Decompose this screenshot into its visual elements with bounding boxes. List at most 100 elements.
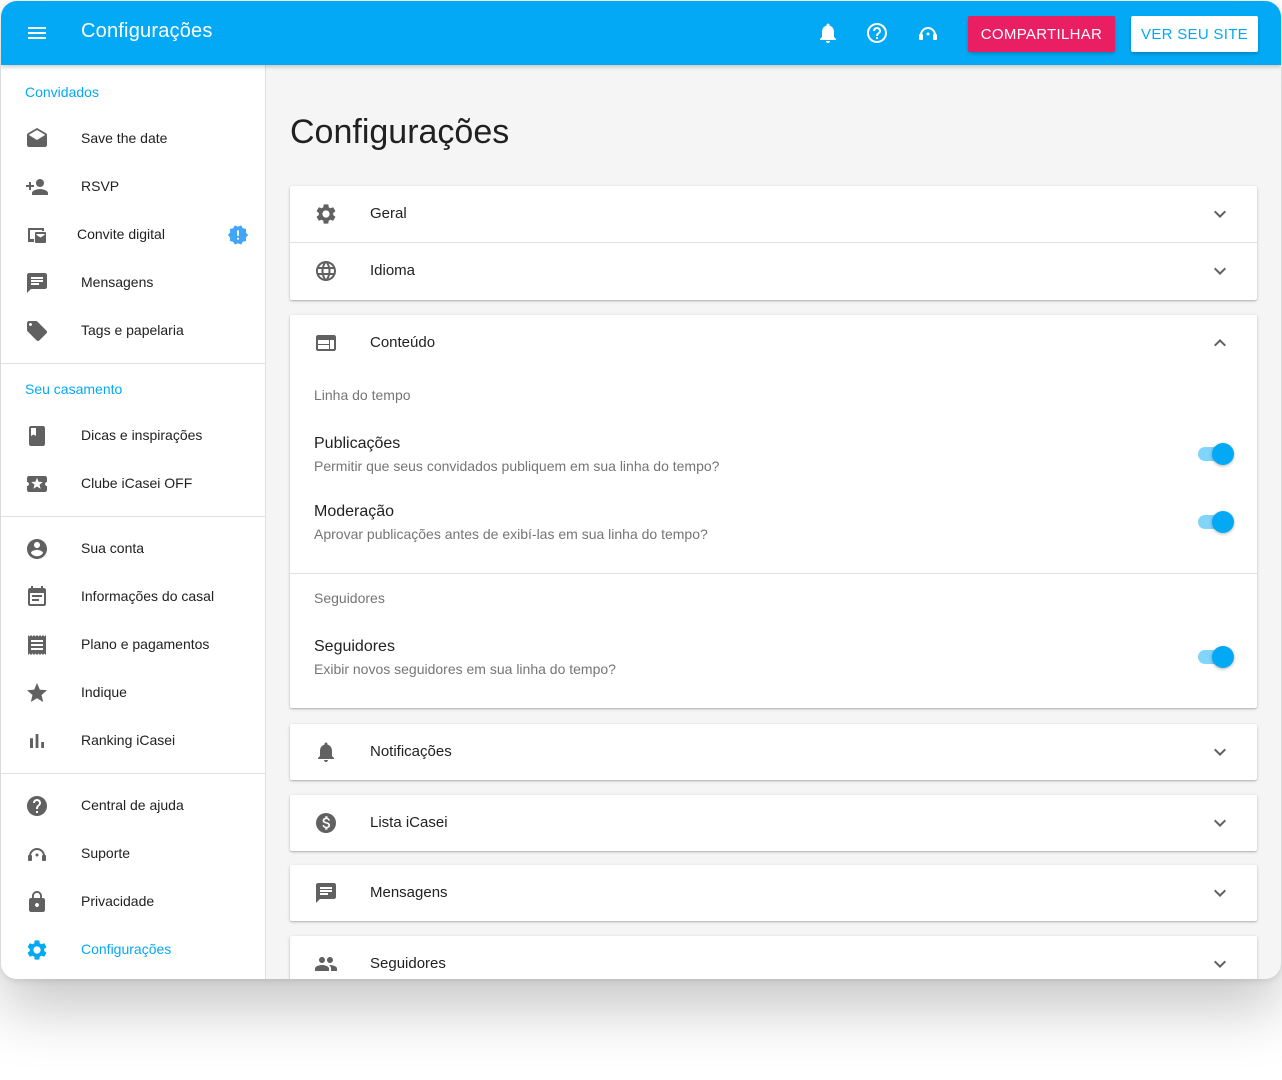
settings-panel-lista: Lista iCasei: [290, 795, 1257, 851]
support-icon[interactable]: [916, 21, 940, 45]
toggle-thumb: [1212, 511, 1234, 533]
group-heading-seguidores: Seguidores: [314, 590, 385, 606]
sidebar-item-clube[interactable]: Clube iCasei OFF: [1, 460, 265, 508]
panel-header-geral[interactable]: Geral: [290, 186, 1257, 242]
alert-badge-icon: [227, 225, 249, 245]
sidebar-item-dicas[interactable]: Dicas e inspirações: [1, 412, 265, 460]
receipt-icon: [28, 635, 46, 655]
panel-header-seguidores[interactable]: Seguidores: [290, 936, 1257, 979]
sidebar-item-indique[interactable]: Indique: [1, 669, 265, 717]
panel-label: Mensagens: [370, 884, 448, 901]
setting-title-moderacao: Moderação: [314, 503, 395, 520]
sidebar-item-label: Sua conta: [81, 540, 145, 556]
settings-panel-conteudo: Conteúdo Linha do tempo Publicações Perm…: [290, 315, 1257, 708]
toggle-thumb: [1212, 443, 1234, 465]
sidebar-item-privacidade[interactable]: Privacidade: [1, 878, 265, 926]
dollar-circle-icon: [316, 813, 336, 833]
sidebar-item-label: Convite digital: [77, 226, 165, 242]
sidebar-divider: [1, 516, 265, 517]
sidebar-item-label: Suporte: [81, 845, 131, 861]
sidebar-item-informacoes[interactable]: Informações do casal: [1, 573, 265, 621]
panel-label: Conteúdo: [370, 334, 436, 351]
sidebar-item-label: Plano e pagamentos: [81, 636, 210, 652]
gear-icon: [27, 940, 47, 960]
panel-label: Seguidores: [370, 955, 446, 972]
panel-header-lista-icasei[interactable]: Lista iCasei: [290, 795, 1257, 851]
sidebar-item-mensagens[interactable]: Mensagens: [1, 259, 265, 307]
sidebar-item-configuracoes[interactable]: Configurações: [1, 926, 265, 974]
publicacoes-toggle[interactable]: [1196, 443, 1234, 465]
app-title: Configurações: [81, 20, 213, 42]
help-icon[interactable]: [865, 21, 889, 45]
setting-title-publicacoes: Publicações: [314, 435, 401, 452]
bar-chart-icon: [30, 734, 44, 748]
ticket-star-icon: [27, 476, 47, 492]
sidebar-item-label: Informações do casal: [81, 588, 215, 604]
chevron-up-icon: [1214, 339, 1226, 347]
bell-icon[interactable]: [816, 21, 840, 45]
sidebar-item-label: Save the date: [81, 130, 168, 146]
sidebar-item-tags-papelaria[interactable]: Tags e papelaria: [1, 307, 265, 355]
group-divider: [290, 573, 1257, 574]
book-icon: [29, 426, 45, 446]
person-add-icon: [26, 179, 48, 195]
seguidores-toggle[interactable]: [1196, 646, 1234, 668]
view-site-button[interactable]: Ver seu site: [1131, 16, 1258, 52]
settings-panel-seguidores: Seguidores: [290, 936, 1257, 979]
sidebar-item-ranking[interactable]: Ranking iCasei: [1, 717, 265, 765]
chevron-down-icon: [1214, 960, 1226, 968]
setting-description-publicacoes: Permitir que seus convidados publiquem e…: [314, 458, 720, 474]
chevron-down-icon: [1214, 819, 1226, 827]
setting-description-moderacao: Aprovar publicações antes de exibí-las e…: [314, 526, 708, 542]
sidebar-item-rsvp[interactable]: RSVP: [1, 163, 265, 211]
sidebar-item-label: Indique: [81, 684, 127, 700]
sidebar-item-label: Tags e papelaria: [81, 322, 184, 338]
panel-header-notificacoes[interactable]: Notificações: [290, 724, 1257, 780]
star-icon: [27, 683, 47, 702]
panel-header-idioma[interactable]: Idioma: [290, 243, 1257, 299]
sidebar: Convidados Save the date RSVP Convite di…: [1, 65, 266, 979]
sidebar-item-save-the-date[interactable]: Save the date: [1, 115, 265, 163]
panel-header-conteudo[interactable]: Conteúdo: [290, 315, 1257, 371]
sidebar-item-label: Central de ajuda: [81, 797, 184, 813]
settings-panel-notificacoes: Notificações: [290, 724, 1257, 780]
sidebar-section-convidados: Convidados: [25, 84, 99, 100]
sidebar-item-sua-conta[interactable]: Sua conta: [1, 525, 265, 573]
panel-label: Notificações: [370, 743, 452, 760]
group-heading-linha-do-tempo: Linha do tempo: [314, 387, 411, 403]
panel-header-mensagens[interactable]: Mensagens: [290, 865, 1257, 921]
support-icon: [28, 848, 46, 861]
envelope-open-icon: [27, 128, 47, 147]
sidebar-item-label: Mensagens: [81, 274, 154, 290]
sidebar-section-seu-casamento: Seu casamento: [25, 381, 123, 397]
panel-label: Lista iCasei: [370, 814, 448, 831]
sidebar-item-label: Configurações: [81, 941, 172, 957]
message-icon: [27, 273, 47, 293]
sidebar-item-label: RSVP: [81, 178, 120, 194]
chevron-down-icon: [1214, 210, 1226, 218]
lock-icon: [29, 891, 45, 912]
message-icon: [316, 883, 336, 903]
menu-icon[interactable]: [25, 21, 49, 45]
help-circle-icon: [27, 796, 47, 816]
sidebar-item-suporte[interactable]: Suporte: [1, 830, 265, 878]
setting-title-seguidores: Seguidores: [314, 638, 395, 655]
chevron-down-icon: [1214, 748, 1226, 756]
settings-panel-group: Geral Idioma: [290, 186, 1257, 300]
moderacao-toggle[interactable]: [1196, 511, 1234, 533]
tag-icon: [27, 321, 47, 341]
app-bar: Configurações Compartilhar Ver seu site: [1, 1, 1281, 65]
share-button[interactable]: Compartilhar: [968, 16, 1115, 52]
gear-icon: [316, 204, 336, 224]
sidebar-item-convite-digital[interactable]: Convite digital: [1, 211, 265, 259]
sidebar-item-plano[interactable]: Plano e pagamentos: [1, 621, 265, 669]
sidebar-divider: [1, 363, 265, 364]
web-layout-icon: [316, 335, 336, 351]
main-content: Configurações Geral Idioma Conteúdo Linh…: [266, 65, 1281, 979]
sidebar-item-central-ajuda[interactable]: Central de ajuda: [1, 782, 265, 830]
app-window: Configurações Compartilhar Ver seu site …: [1, 1, 1281, 979]
sidebar-divider: [1, 773, 265, 774]
panel-label: Geral: [370, 205, 407, 222]
sidebar-item-label: Clube iCasei OFF: [81, 475, 193, 491]
sidebar-item-label: Privacidade: [81, 893, 155, 909]
